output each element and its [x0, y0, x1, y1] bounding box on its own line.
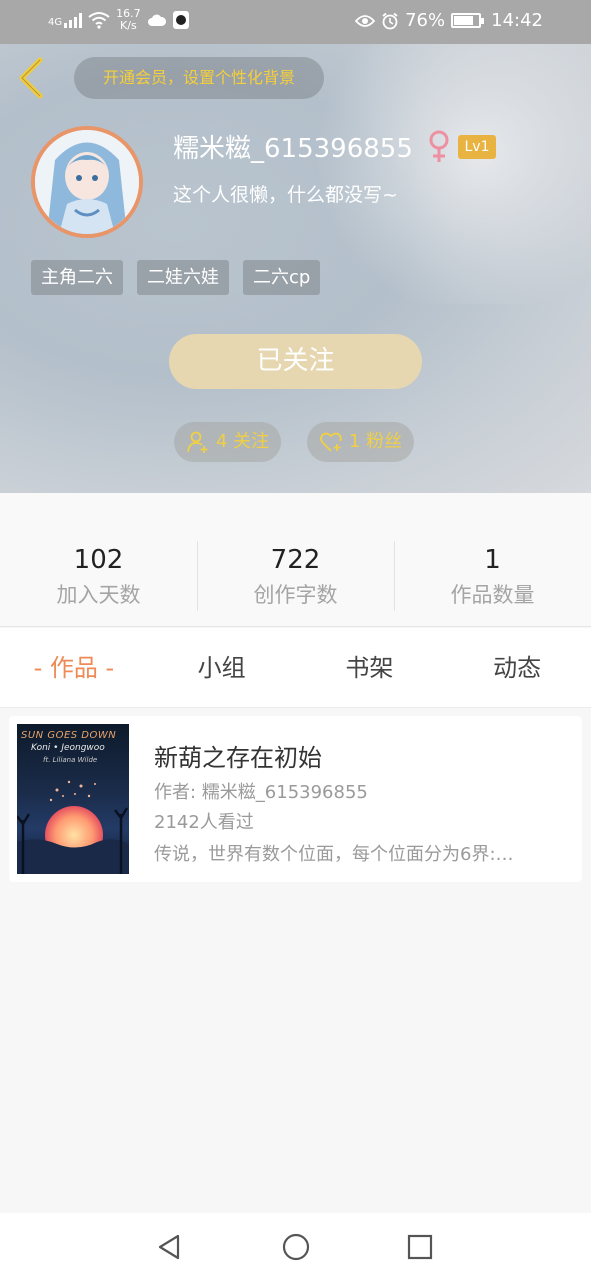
- work-views: 2142人看过: [154, 812, 254, 833]
- work-cover-image[interactable]: SUN GOES DOWN Koni • Jeongwoo ft. Lilian…: [17, 724, 129, 874]
- work-title[interactable]: 新葫之存在初始: [154, 738, 322, 773]
- wifi-icon: [88, 12, 110, 29]
- cover-credit: ft. Liliana Wilde: [43, 756, 98, 764]
- tag-item[interactable]: 二六cp: [243, 260, 321, 295]
- avatar-image: [35, 130, 139, 234]
- stat-label: 作品数量: [450, 583, 535, 607]
- cover-title: SUN GOES DOWN: [21, 730, 117, 741]
- network-type: 4G: [48, 17, 63, 28]
- tab-works[interactable]: - 作品 -: [0, 628, 148, 707]
- stat-label: 加入天数: [56, 583, 141, 607]
- clock: 14:42: [491, 10, 543, 31]
- tab-activity[interactable]: 动态: [443, 628, 591, 707]
- stat-value: 722: [270, 545, 321, 575]
- recents-square-icon[interactable]: [407, 1233, 433, 1261]
- battery-icon: [451, 13, 485, 28]
- following-count: 4 关注: [216, 431, 270, 452]
- user-add-icon: [187, 431, 208, 453]
- fans-button[interactable]: 1 粉丝: [307, 422, 415, 462]
- work-author: 作者: 糯米糍_615396855: [154, 782, 368, 803]
- following-button[interactable]: 4 关注: [174, 422, 282, 462]
- app-notification-icon: [172, 11, 189, 29]
- cloud-icon: [147, 14, 166, 26]
- stat-value: 102: [73, 545, 124, 575]
- net-speed: 16.7 K/s: [116, 7, 141, 32]
- eye-comfort-icon: [355, 14, 376, 27]
- stat-days-joined: 102 加入天数: [0, 493, 197, 626]
- cover-subtitle: Koni • Jeongwoo: [31, 743, 105, 753]
- tab-groups[interactable]: 小组: [148, 628, 296, 707]
- stat-works-count: 1 作品数量: [394, 493, 591, 626]
- status-left: 4G 16.7 K/s: [48, 8, 189, 32]
- work-description: 传说，世界有数个位面，每个位面分为6界:…: [154, 844, 514, 865]
- status-right: 76% 14:42: [355, 10, 543, 31]
- fans-count: 1 粉丝: [349, 431, 403, 452]
- followed-button[interactable]: 已关注: [169, 334, 422, 389]
- female-gender-icon: [429, 130, 449, 162]
- heart-add-icon: [320, 432, 342, 452]
- username: 糯米糍_615396855: [173, 134, 413, 164]
- profile-stats: 102 加入天数 722 创作字数 1 作品数量: [0, 493, 591, 627]
- tag-item[interactable]: 二娃六娃: [137, 260, 229, 295]
- work-card[interactable]: SUN GOES DOWN Koni • Jeongwoo ft. Lilian…: [9, 716, 582, 882]
- stat-label: 创作字数: [253, 583, 338, 607]
- tab-bookshelf[interactable]: 书架: [296, 628, 444, 707]
- profile-tabs: - 作品 - 小组 书架 动态: [0, 628, 591, 708]
- level-badge: Lv1: [458, 135, 496, 159]
- stat-word-count: 722 创作字数: [197, 493, 394, 626]
- tag-item[interactable]: 主角二六: [31, 260, 123, 295]
- profile-header: 开通会员，设置个性化背景 糯米糍_615396855 Lv1 这个人很懒，什么都…: [0, 44, 591, 493]
- status-bar: 4G 16.7 K/s 76% 14:42: [0, 0, 591, 44]
- signal-icon: 4G: [48, 12, 83, 28]
- back-arrow-icon[interactable]: [14, 56, 48, 100]
- tag-list: 主角二六 二娃六娃 二六cp: [31, 260, 321, 295]
- battery-percent: 76%: [405, 10, 446, 31]
- avatar[interactable]: [31, 126, 143, 238]
- vip-background-prompt[interactable]: 开通会员，设置个性化背景: [74, 57, 324, 99]
- home-circle-icon[interactable]: [282, 1233, 310, 1261]
- system-nav-bar: [0, 1213, 591, 1280]
- alarm-icon: [382, 12, 398, 29]
- back-triangle-icon[interactable]: [156, 1233, 182, 1261]
- user-bio: 这个人很懒，什么都没写~: [173, 184, 398, 206]
- stat-value: 1: [484, 545, 501, 575]
